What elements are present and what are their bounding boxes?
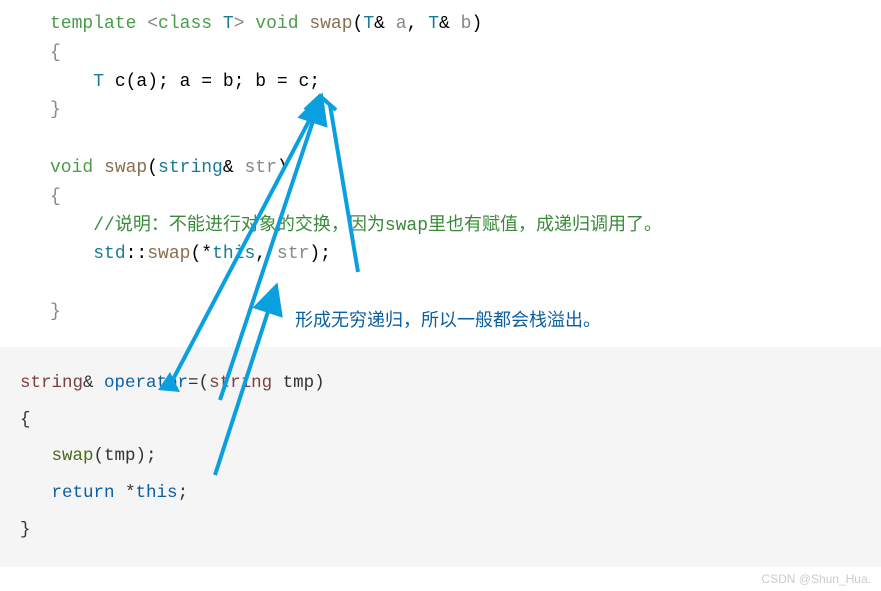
function-swap: swap [52,446,94,466]
keyword-class: class [158,14,212,34]
semicolon: ; [178,483,189,503]
code-block-template-swap: template <class T> void swap(T& a, T& b)… [0,0,881,327]
amp: & [439,14,450,34]
paren-close: ) [309,244,320,264]
code-line: std::swap(*this, str); [50,240,881,269]
type-string: string [20,373,83,393]
brace-open: { [50,187,61,207]
brace-close: } [50,302,61,322]
type-T: T [363,14,374,34]
paren-open: ( [190,244,201,264]
param-tmp: tmp) [272,373,325,393]
indent [20,483,52,503]
keyword-template: template [50,14,136,34]
watermark: CSDN @Shun_Hua. [761,572,871,586]
brace-open: { [50,43,61,63]
param-b: b [450,14,472,34]
brace-close: } [50,100,61,120]
type-string: string [158,158,223,178]
code-line: { [50,183,881,212]
comment-recursion: //说明：不能进行对象的交换，因为swap里也有赋值，成递归调用了。 [93,216,662,236]
comma: , [255,244,266,264]
code-line: string& operator=(string tmp) [20,365,861,402]
keyword-return: return [52,483,115,503]
namespace-std: std [93,244,125,264]
param-str: str [234,158,277,178]
angle-close: > [234,14,245,34]
keyword-void: void [255,14,298,34]
function-swap: swap [93,158,147,178]
code-line: //说明：不能进行对象的交换，因为swap里也有赋值，成递归调用了。 [50,212,881,241]
code-line: swap(tmp); [20,438,861,475]
param-str: str [266,244,309,264]
comma: , [407,14,418,34]
swap-args: (tmp); [94,446,157,466]
paren-close: ) [471,14,482,34]
operator-eq-open: =( [188,373,209,393]
code-line: T c(a); a = b; b = c; [50,68,881,97]
keyword-this: this [212,244,255,264]
type-T: T [93,72,104,92]
code-line: } [20,512,861,549]
code-line: { [20,402,861,439]
annotation-recursion: 形成无穷递归，所以一般都会栈溢出。 [295,306,601,332]
code-line: void swap(string& str) [50,154,881,183]
amp: & [83,373,94,393]
paren-close: ) [277,158,288,178]
keyword-this: this [136,483,178,503]
star: * [201,244,212,264]
amp: & [223,158,234,178]
code-line: template <class T> void swap(T& a, T& b) [50,10,881,39]
function-swap: swap [309,14,352,34]
param-a: a [385,14,407,34]
brace-close: } [20,520,31,540]
brace-open: { [20,410,31,430]
keyword-operator: operator [94,373,189,393]
paren-open: ( [147,158,158,178]
code-line: { [50,39,881,68]
code-line-blank [50,269,881,298]
indent [50,72,93,92]
semicolon: ; [320,244,331,264]
code-line: return *this; [20,475,861,512]
type-param-T: T [212,14,234,34]
function-swap: swap [147,244,190,264]
swap-body: c(a); a = b; b = c; [104,72,320,92]
indent [20,446,52,466]
type-string: string [209,373,272,393]
code-block-operator-assign: string& operator=(string tmp) { swap(tmp… [0,347,881,567]
scope-resolution: :: [126,244,148,264]
paren-open: ( [353,14,364,34]
star: * [115,483,136,503]
angle-open: < [147,14,158,34]
code-line: } [50,96,881,125]
type-T: T [417,14,439,34]
code-line-blank [50,125,881,154]
keyword-void: void [50,158,93,178]
indent [50,216,93,236]
indent [50,244,93,264]
amp: & [374,14,385,34]
